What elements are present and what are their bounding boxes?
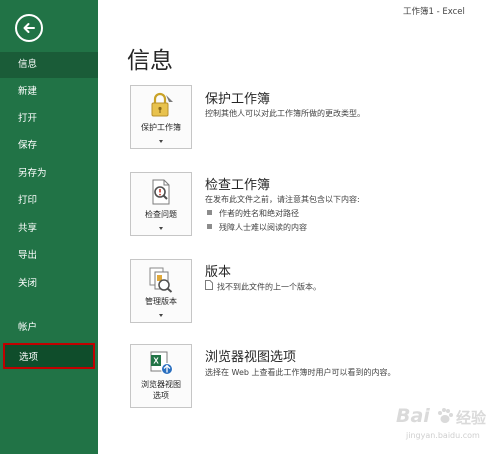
section-title: 保护工作簿	[205, 92, 271, 107]
check-for-issues-button[interactable]: 检查问题	[130, 172, 192, 236]
section-title: 浏览器视图选项	[205, 350, 297, 365]
manage-versions-button[interactable]: 管理版本	[130, 259, 192, 323]
sidebar-item-new[interactable]: 新建	[0, 79, 98, 105]
bullet-icon	[207, 210, 212, 215]
protect-workbook-button[interactable]: 保护工作簿	[130, 85, 192, 149]
list-item-text: 残障人士难以阅读的内容	[219, 223, 307, 232]
sidebar-item-print[interactable]: 打印	[0, 188, 98, 214]
list-item: 残障人士难以阅读的内容	[207, 222, 307, 233]
chevron-down-icon	[159, 227, 163, 230]
backstage-sidebar: 信息 新建 打开 保存 另存为 打印 共享 导出 关闭 帐户 选项	[0, 0, 98, 454]
watermark-mark: 经验	[456, 409, 487, 427]
page-title: 信息	[127, 48, 173, 74]
document-icon	[205, 280, 213, 292]
lock-icon	[147, 91, 175, 123]
section-title: 版本	[205, 265, 232, 280]
tile-label: 浏览器视图	[141, 380, 181, 389]
sidebar-item-close[interactable]: 关闭	[0, 271, 98, 297]
list-item: 作者的姓名和绝对路径	[207, 208, 299, 219]
sidebar-item-account[interactable]: 帐户	[0, 315, 98, 341]
section-description: 选择在 Web 上查看此工作簿时用户可以看到的内容。	[205, 368, 396, 377]
back-arrow-icon[interactable]	[15, 14, 43, 42]
versions-icon	[147, 265, 175, 297]
section-description: 在发布此文件之前，请注意其包含以下内容:	[205, 195, 360, 204]
excel-globe-icon: X	[147, 349, 175, 381]
bullet-icon	[207, 224, 212, 229]
sidebar-item-save[interactable]: 保存	[0, 133, 98, 159]
browser-view-options-button[interactable]: X 浏览器视图 选项	[130, 344, 192, 408]
tile-label: 管理版本	[145, 297, 177, 306]
section-description-text: 找不到此文件的上一个版本。	[217, 282, 321, 292]
section-description: 控制其他人可以对此工作簿所做的更改类型。	[205, 109, 365, 118]
sidebar-item-options[interactable]: 选项	[3, 343, 95, 369]
inspect-document-icon	[147, 178, 175, 210]
list-item-text: 作者的姓名和绝对路径	[219, 209, 299, 218]
watermark-brand: Bai	[396, 405, 430, 427]
watermark-url: jingyan.baidu.com	[406, 431, 480, 440]
watermark: Bai 经验 jingyan.baidu.com	[392, 401, 500, 454]
section-description: 找不到此文件的上一个版本。	[205, 280, 321, 293]
section-title: 检查工作簿	[205, 178, 271, 193]
paw-icon	[436, 407, 454, 429]
sidebar-item-open[interactable]: 打开	[0, 106, 98, 132]
sidebar-item-info[interactable]: 信息	[0, 52, 98, 78]
sidebar-item-export[interactable]: 导出	[0, 243, 98, 269]
tile-label: 保护工作簿	[141, 123, 181, 132]
chevron-down-icon	[159, 314, 163, 317]
svg-text:X: X	[153, 357, 159, 366]
tile-label: 选项	[153, 391, 169, 400]
sidebar-item-share[interactable]: 共享	[0, 216, 98, 242]
chevron-down-icon	[159, 140, 163, 143]
window-title: 工作簿1 - Excel	[403, 7, 465, 17]
tile-label: 检查问题	[145, 210, 177, 219]
sidebar-item-save-as[interactable]: 另存为	[0, 161, 98, 187]
